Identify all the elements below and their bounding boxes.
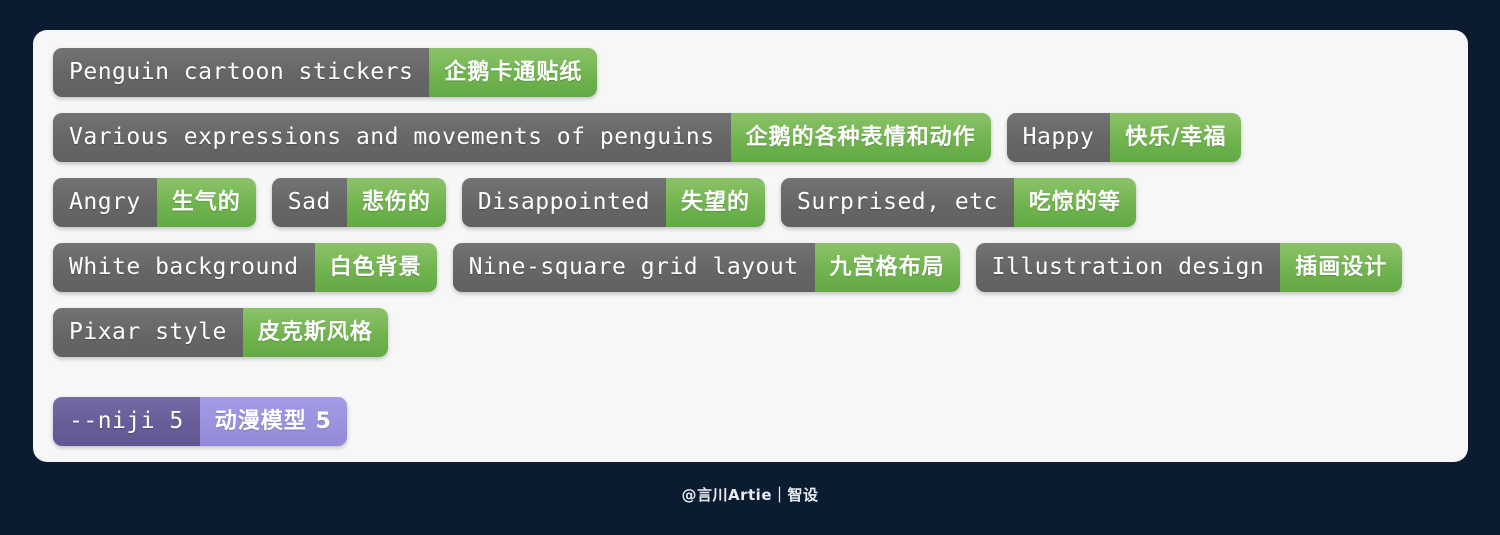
tag-label-cn: 快乐/幸福 bbox=[1110, 113, 1242, 162]
tag-label-cn: 生气的 bbox=[156, 178, 256, 227]
tag-label-en: Pixar style bbox=[53, 308, 243, 357]
tag-label-cn: 企鹅的各种表情和动作 bbox=[730, 113, 991, 162]
tag-label-en: Sad bbox=[271, 178, 347, 227]
tag-label-en: Various expressions and movements of pen… bbox=[53, 113, 731, 162]
subject-row: Penguin cartoon stickers 企鹅卡通贴纸 bbox=[53, 48, 598, 97]
tag-label-en: Illustration design bbox=[975, 243, 1281, 292]
prompt-tag[interactable]: White background 白色背景 bbox=[53, 243, 437, 292]
expression-row: Various expressions and movements of pen… bbox=[53, 113, 1242, 162]
emotions-row: Angry 生气的 Sad 悲伤的 Disappointed 失望的 Surprised, … bbox=[53, 178, 1136, 227]
prompt-card: Penguin cartoon stickers 企鹅卡通贴纸 Various ex… bbox=[33, 30, 1468, 462]
tag-label-cn: 动漫模型 5 bbox=[199, 397, 347, 446]
screenshot-stage: Penguin cartoon stickers 企鹅卡通贴纸 Various ex… bbox=[0, 0, 1500, 535]
tag-label-en: White background bbox=[53, 243, 315, 292]
prompt-tag[interactable]: Disappointed 失望的 bbox=[461, 178, 766, 227]
tag-label-cn: 白色背景 bbox=[314, 243, 437, 292]
tag-label-cn: 九宫格布局 bbox=[814, 243, 960, 292]
tag-label-en: Nine-square grid layout bbox=[452, 243, 815, 292]
tag-label-en: Disappointed bbox=[461, 178, 666, 227]
tag-label-cn: 悲伤的 bbox=[346, 178, 446, 227]
tag-label-cn: 插画设计 bbox=[1280, 243, 1403, 292]
tag-label-cn: 失望的 bbox=[666, 178, 766, 227]
prompt-tag[interactable]: Sad 悲伤的 bbox=[271, 178, 446, 227]
tag-label-cn: 皮克斯风格 bbox=[242, 308, 388, 357]
prompt-tag[interactable]: Various expressions and movements of pen… bbox=[53, 113, 991, 162]
tag-label-en: Angry bbox=[53, 178, 157, 227]
footer-credit: @言川Artie｜智设 bbox=[681, 486, 819, 504]
prompt-tag[interactable]: Happy 快乐/幸福 bbox=[1006, 113, 1242, 162]
prompt-tag[interactable]: --niji 5 动漫模型 5 bbox=[53, 397, 347, 446]
tag-label-cn: 吃惊的等 bbox=[1013, 178, 1136, 227]
prompt-tag[interactable]: Surprised, etc 吃惊的等 bbox=[781, 178, 1136, 227]
prompt-tag[interactable]: Penguin cartoon stickers 企鹅卡通贴纸 bbox=[53, 48, 598, 97]
composition-row: White background 白色背景 Nine-square grid lay… bbox=[53, 243, 1403, 292]
prompt-tag[interactable]: Pixar style 皮克斯风格 bbox=[53, 308, 388, 357]
tag-rows-container: Penguin cartoon stickers 企鹅卡通贴纸 Various ex… bbox=[53, 48, 1448, 446]
tag-label-en: --niji 5 bbox=[53, 397, 200, 446]
tag-label-en: Penguin cartoon stickers bbox=[53, 48, 430, 97]
prompt-tag[interactable]: Nine-square grid layout 九宫格布局 bbox=[452, 243, 960, 292]
prompt-tag[interactable]: Illustration design 插画设计 bbox=[975, 243, 1403, 292]
tag-label-cn: 企鹅卡通贴纸 bbox=[429, 48, 598, 97]
parameter-row: --niji 5 动漫模型 5 bbox=[53, 397, 347, 446]
tag-label-en: Surprised, etc bbox=[781, 178, 1014, 227]
style-row: Pixar style 皮克斯风格 bbox=[53, 308, 388, 357]
tag-label-en: Happy bbox=[1006, 113, 1111, 162]
prompt-tag[interactable]: Angry 生气的 bbox=[53, 178, 256, 227]
